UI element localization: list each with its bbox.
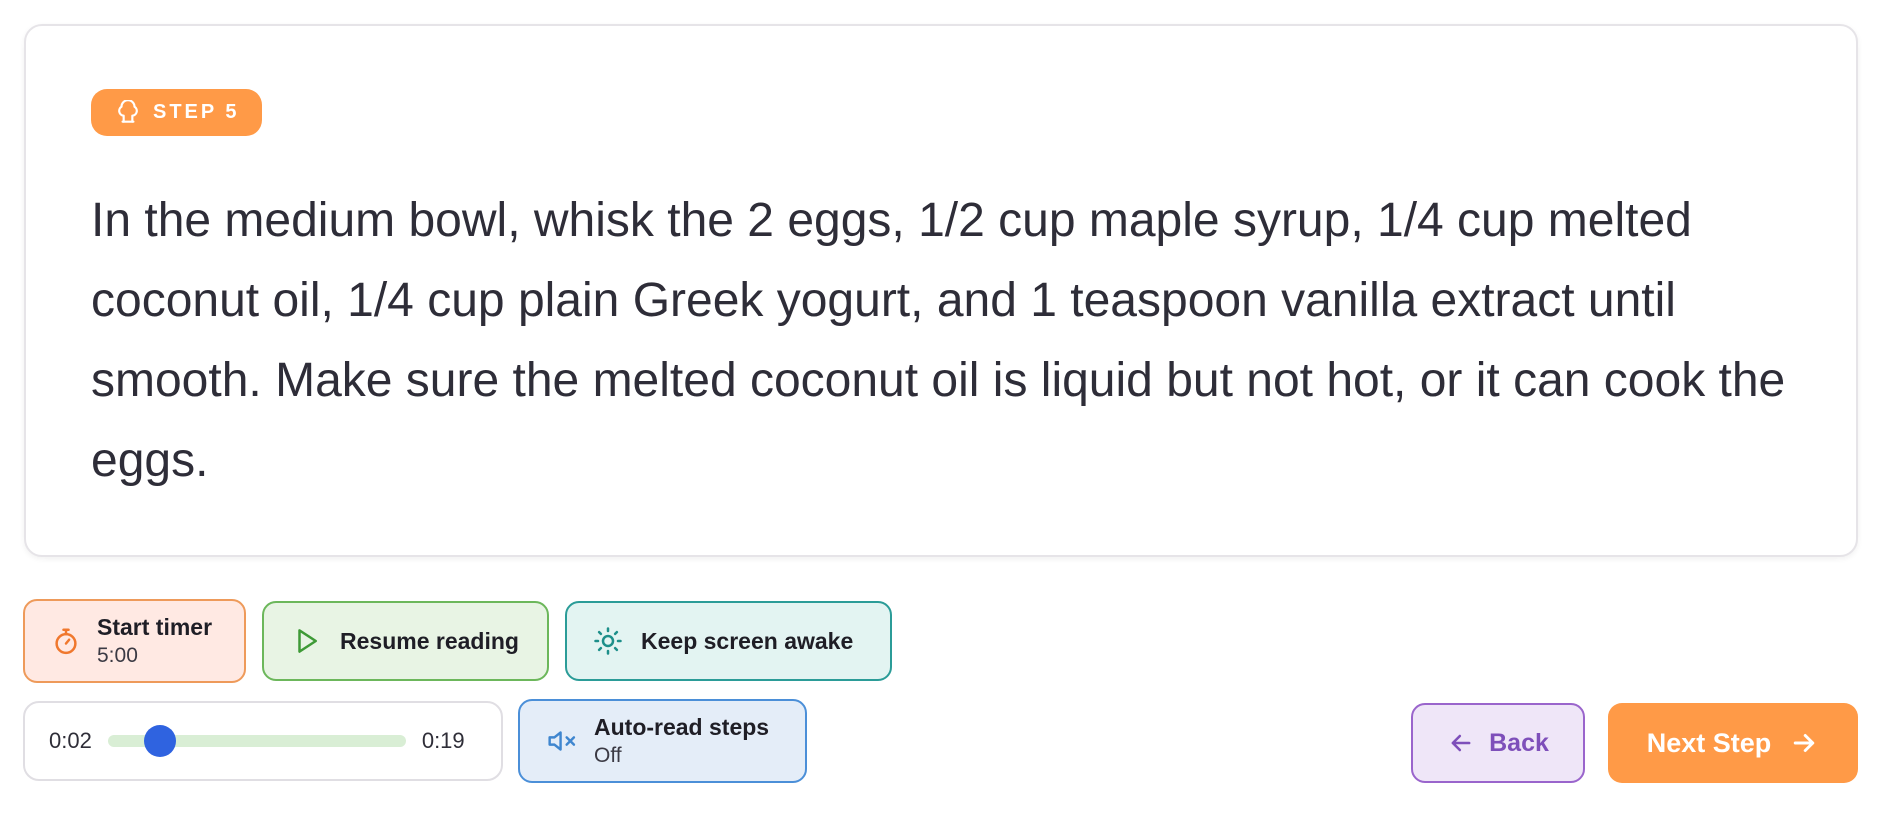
arrow-right-icon [1789,728,1819,758]
arrow-left-icon [1447,729,1475,757]
start-timer-label: Start timer [97,614,213,640]
elapsed-time: 0:02 [49,728,92,753]
back-label: Back [1489,728,1549,757]
audio-progress-slider[interactable] [107,725,406,757]
timer-duration: 5:00 [97,644,138,667]
stopwatch-icon [51,626,81,656]
play-icon [292,626,322,656]
auto-read-label: Auto-read steps [594,714,770,740]
chef-hat-icon [118,99,138,123]
resume-reading-button[interactable]: Resume reading [262,601,549,681]
step-card: STEP 5 In the medium bowl, whisk the 2 e… [24,24,1858,557]
speaker-muted-icon [546,726,580,756]
keep-screen-awake-label: Keep screen awake [641,627,854,654]
next-step-label: Next Step [1646,727,1772,758]
total-duration: 0:19 [421,728,465,753]
slider-thumb[interactable] [144,725,177,757]
step-badge-label: STEP 5 [153,101,240,123]
audio-player: 0:02 0:19 [23,701,503,781]
keep-screen-awake-button[interactable]: Keep screen awake [565,601,892,681]
back-button[interactable]: Back [1411,703,1585,783]
start-timer-button[interactable]: Start timer 5:00 [23,599,246,683]
auto-read-steps-toggle[interactable]: Auto-read steps Off [518,699,807,783]
sun-icon [593,626,623,656]
next-step-button[interactable]: Next Step [1608,703,1858,783]
step-badge: STEP 5 [91,89,262,136]
auto-read-state: Off [594,744,622,767]
resume-reading-label: Resume reading [340,627,519,654]
step-instruction: In the medium bowl, whisk the 2 eggs, 1/… [91,194,1786,487]
